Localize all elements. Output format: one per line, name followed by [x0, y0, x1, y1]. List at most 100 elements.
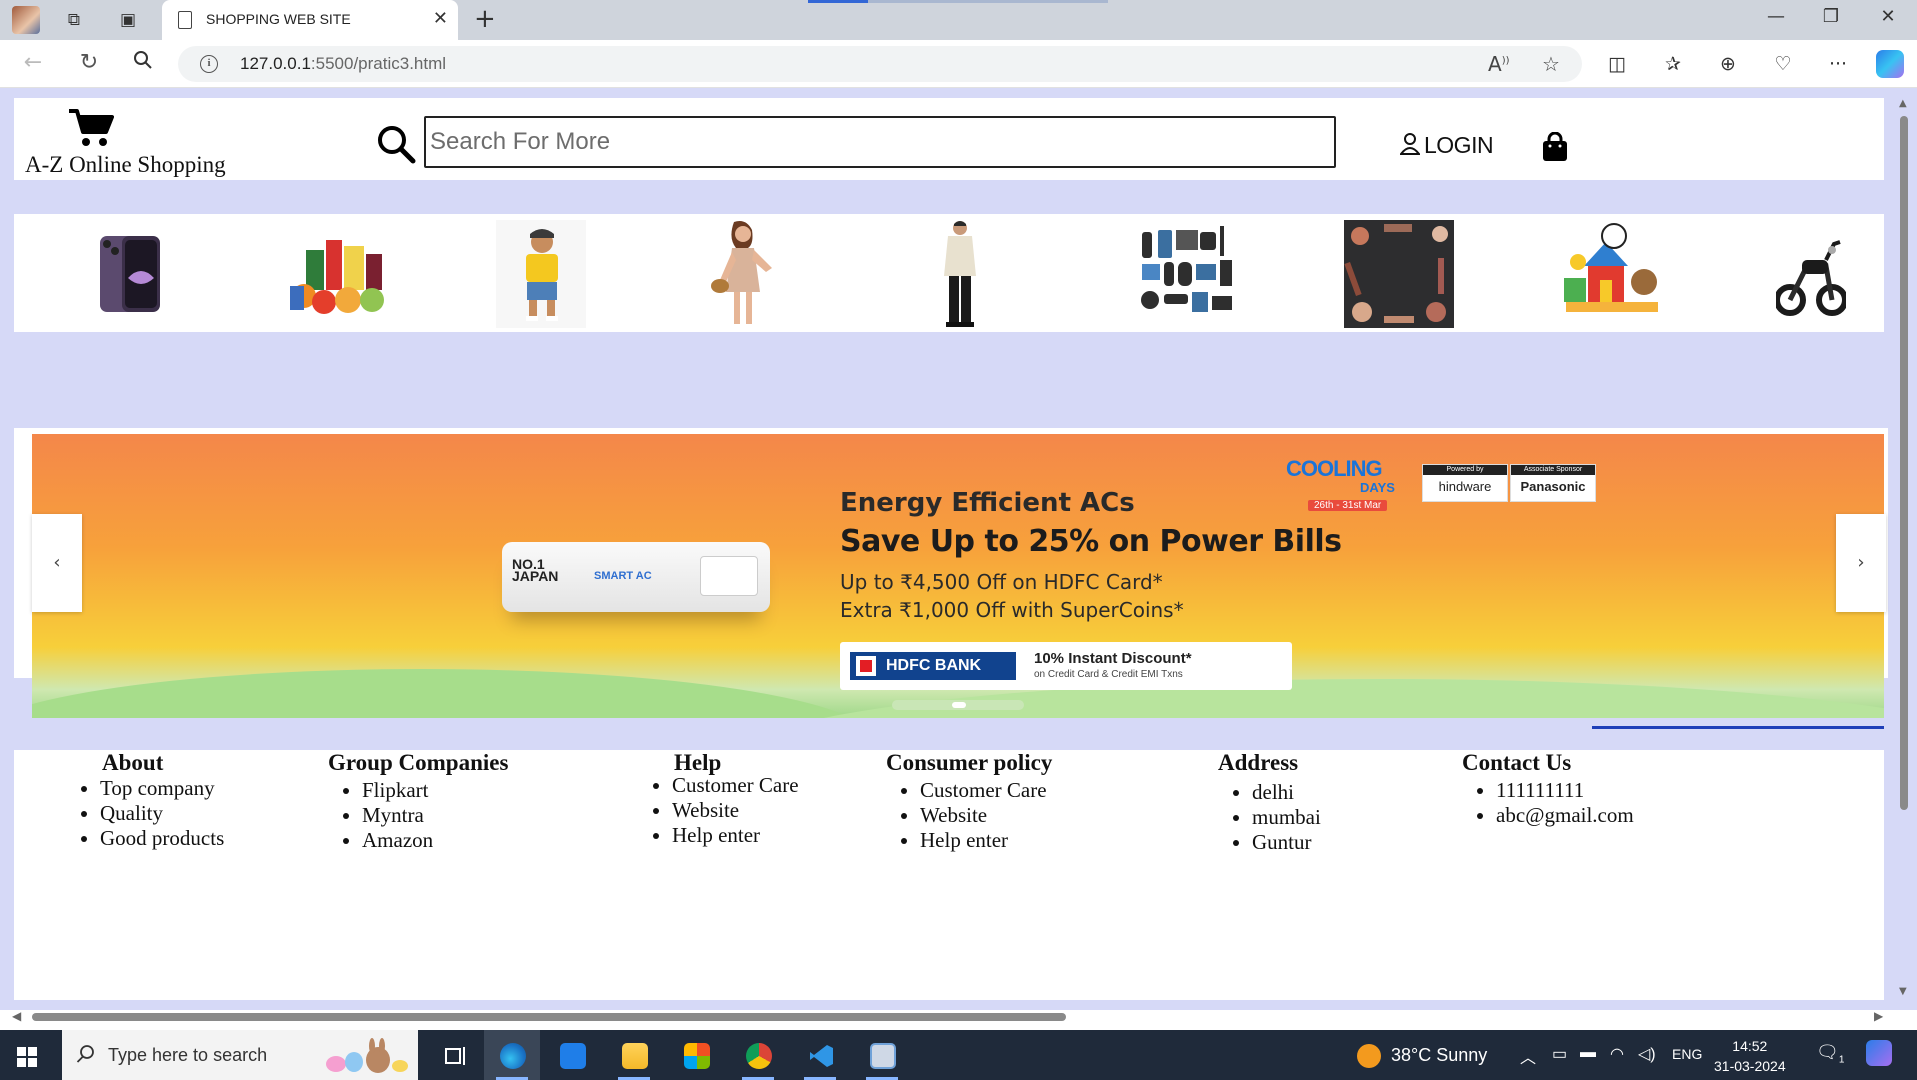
banner-heading: Energy Efficient ACs: [840, 488, 1135, 518]
footer-link[interactable]: Customer Care: [920, 778, 1052, 803]
task-view-button[interactable]: [428, 1030, 484, 1080]
footer-link[interactable]: Good products: [100, 826, 224, 851]
wifi-icon[interactable]: ◠: [1610, 1044, 1624, 1064]
footer-link[interactable]: Help enter: [920, 828, 1052, 853]
edge-taskbar-app[interactable]: [484, 1030, 540, 1080]
scroll-up-icon[interactable]: ▲: [1899, 98, 1907, 109]
workspaces-icon[interactable]: ⧉: [62, 8, 86, 32]
copilot-icon[interactable]: [1876, 50, 1904, 78]
footer-link[interactable]: Flipkart: [362, 778, 508, 803]
login-link[interactable]: LOGIN: [1398, 132, 1494, 159]
search-tab-button[interactable]: [128, 50, 158, 76]
mail-icon: [560, 1043, 586, 1069]
footer-link[interactable]: 111111111: [1496, 778, 1634, 803]
close-window-button[interactable]: ✕: [1868, 6, 1908, 27]
browser-tab[interactable]: SHOPPING WEB SITE ✕: [162, 0, 458, 40]
remote-desktop-taskbar-app[interactable]: [854, 1030, 910, 1080]
web-page: A-Z Online Shopping LOGIN: [0, 88, 1917, 1010]
close-tab-icon[interactable]: ✕: [433, 8, 448, 29]
edge-icon: [500, 1043, 526, 1069]
ac-unit-image: NO.1 JAPAN SMART AC: [502, 542, 770, 612]
site-brand[interactable]: A-Z Online Shopping: [25, 152, 226, 178]
read-aloud-icon[interactable]: A)): [1488, 52, 1510, 76]
system-clock[interactable]: 14:52 31-03-2024: [1714, 1036, 1786, 1076]
chrome-taskbar-app[interactable]: [730, 1030, 786, 1080]
clock-date: 31-03-2024: [1714, 1058, 1786, 1074]
back-button[interactable]: ←: [18, 50, 48, 75]
collections-icon[interactable]: ⊕: [1714, 53, 1742, 75]
volume-icon[interactable]: ◁): [1638, 1044, 1656, 1064]
restore-button[interactable]: ❐: [1811, 6, 1851, 27]
tab-loading-indicator: [808, 0, 1108, 3]
show-hidden-icons[interactable]: ︿: [1520, 1044, 1536, 1068]
banner-slide[interactable]: NO.1 JAPAN SMART AC Energy Efficient ACs…: [32, 434, 1884, 718]
kids-fashion-image[interactable]: [496, 220, 586, 328]
footer-link[interactable]: Myntra: [362, 803, 508, 828]
footer-link[interactable]: Help enter: [672, 823, 799, 848]
hdfc-logo: HDFC BANK: [850, 652, 1016, 680]
carousel-next-button[interactable]: ›: [1836, 514, 1886, 612]
language-indicator[interactable]: ENG: [1672, 1046, 1702, 1062]
vertical-scrollbar[interactable]: ▲ ▼: [1897, 98, 1911, 998]
mens-fashion-image[interactable]: [930, 220, 990, 328]
url-text[interactable]: 127.0.0.1:5500/pratic3.html: [240, 54, 446, 74]
new-tab-button[interactable]: +: [474, 4, 496, 34]
vertical-tabs-icon[interactable]: ▣: [116, 8, 140, 32]
vscode-taskbar-app[interactable]: [792, 1030, 848, 1080]
more-menu-icon[interactable]: ···: [1824, 53, 1852, 75]
store-taskbar-app[interactable]: [668, 1030, 724, 1080]
grocery-image[interactable]: [284, 220, 396, 328]
taskbar-search[interactable]: Type here to search: [62, 1030, 418, 1080]
meet-now-icon[interactable]: ▭: [1552, 1044, 1567, 1064]
footer-link[interactable]: delhi: [1252, 780, 1321, 805]
file-explorer-taskbar-app[interactable]: [606, 1030, 662, 1080]
footer-link[interactable]: Customer Care: [672, 773, 799, 798]
bike-image[interactable]: [1776, 220, 1846, 328]
horizontal-scroll-thumb[interactable]: [32, 1013, 1066, 1021]
scroll-right-icon[interactable]: ▶: [1874, 1009, 1883, 1023]
scroll-down-icon[interactable]: ▼: [1899, 986, 1907, 997]
mail-taskbar-app[interactable]: [544, 1030, 600, 1080]
scroll-left-icon[interactable]: ◀: [12, 1009, 21, 1023]
womens-fashion-image[interactable]: [700, 220, 784, 328]
copilot-taskbar-icon[interactable]: [1866, 1040, 1892, 1066]
split-screen-icon[interactable]: ◫: [1603, 53, 1631, 75]
footer-link[interactable]: Guntur: [1252, 830, 1321, 855]
carousel-indicator[interactable]: [892, 700, 1024, 710]
browser-toolbar: ← ↻ i 127.0.0.1:5500/pratic3.html A)) ☆ …: [0, 40, 1917, 88]
vertical-scroll-thumb[interactable]: [1900, 116, 1908, 810]
favorite-star-icon[interactable]: ☆: [1542, 52, 1560, 76]
horizontal-scrollbar[interactable]: ◀ ▶: [10, 1009, 1890, 1023]
banner-offer-2: Extra ₹1,000 Off with SuperCoins*: [840, 598, 1184, 622]
battery-icon[interactable]: ▬: [1580, 1044, 1596, 1062]
site-info-icon[interactable]: i: [200, 55, 218, 73]
footer-heading: Address: [1218, 750, 1299, 775]
beauty-image[interactable]: [1344, 220, 1454, 328]
footer-link[interactable]: Website: [920, 803, 1052, 828]
minimize-button[interactable]: —: [1756, 6, 1796, 27]
footer-link[interactable]: Website: [672, 798, 799, 823]
toys-image[interactable]: [1558, 220, 1666, 328]
shopping-bag-icon[interactable]: [1541, 132, 1569, 162]
refresh-button[interactable]: ↻: [74, 50, 104, 75]
bank-offer-box: HDFC BANK 10% Instant Discount* on Credi…: [840, 642, 1292, 690]
discount-text: 10% Instant Discount*: [1034, 650, 1192, 667]
favorites-icon[interactable]: ✰: [1659, 53, 1687, 75]
shopping-cart-icon[interactable]: [68, 108, 114, 148]
footer-col-address: Address delhi mumbai Guntur: [1218, 750, 1321, 855]
footer-link[interactable]: abc@gmail.com: [1496, 803, 1634, 828]
electronics-image[interactable]: [1138, 220, 1242, 328]
address-bar[interactable]: i 127.0.0.1:5500/pratic3.html A)) ☆: [178, 46, 1582, 82]
phone-image[interactable]: [94, 220, 166, 328]
footer-link[interactable]: Amazon: [362, 828, 508, 853]
windows-start-icon[interactable]: [17, 1047, 37, 1067]
footer-link[interactable]: mumbai: [1252, 805, 1321, 830]
carousel-prev-button[interactable]: ‹: [32, 514, 82, 612]
footer-link[interactable]: Top company: [100, 776, 224, 801]
search-icon[interactable]: [376, 124, 416, 164]
notifications-icon[interactable]: 🗨1: [1816, 1042, 1844, 1066]
footer-link[interactable]: Quality: [100, 801, 224, 826]
search-input[interactable]: [424, 116, 1336, 168]
profile-avatar[interactable]: [12, 6, 40, 34]
browser-essentials-icon[interactable]: ♡: [1769, 53, 1797, 75]
